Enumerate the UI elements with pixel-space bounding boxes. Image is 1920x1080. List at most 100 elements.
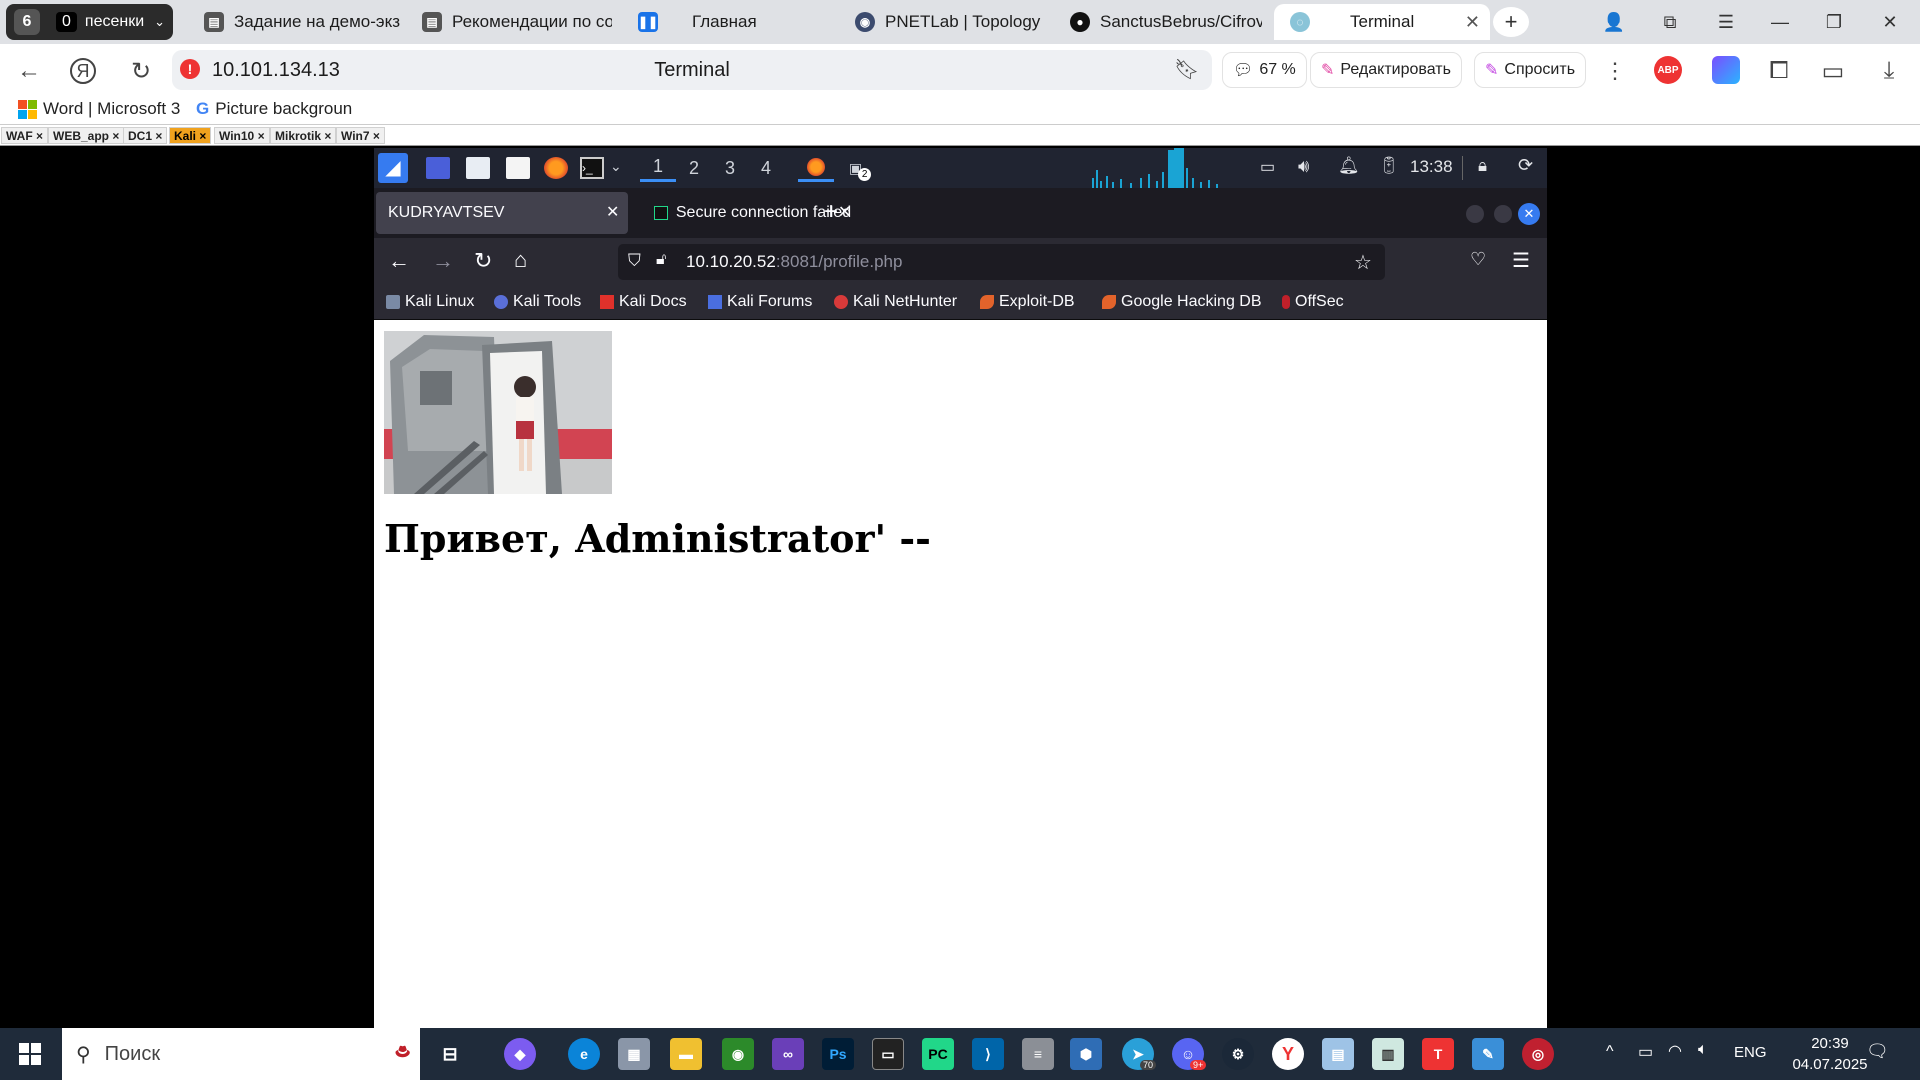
browser-tab-active[interactable]: ◌ Terminal ✕ <box>1274 4 1490 40</box>
workspace-3[interactable]: 3 <box>712 154 748 182</box>
desktop-icon[interactable] <box>426 157 450 179</box>
bookmark-kali-forums[interactable]: Kali Forums <box>708 293 812 311</box>
visual-studio-icon[interactable]: ∞ <box>772 1038 804 1070</box>
kali-menu-icon[interactable]: ◢ <box>378 153 408 183</box>
yandex-icon[interactable]: Я <box>70 58 96 84</box>
bookmark-picture-background[interactable]: G Picture backgroun <box>196 99 352 119</box>
console-icon[interactable]: ▭ <box>872 1038 904 1070</box>
alice-icon[interactable]: ◆ <box>504 1038 536 1070</box>
bookmark-kali-docs[interactable]: Kali Docs <box>600 293 687 311</box>
yandex-browser-icon[interactable]: Y <box>1272 1038 1304 1070</box>
close-icon[interactable]: × <box>155 129 162 143</box>
app-icon[interactable]: ▦ <box>618 1038 650 1070</box>
drawing-app-icon[interactable]: ✎ <box>1472 1038 1504 1070</box>
photoshop-icon[interactable]: Ps <box>822 1038 854 1070</box>
close-icon[interactable]: × <box>258 129 265 143</box>
minimize-icon[interactable]: — <box>1760 8 1800 36</box>
reload-icon[interactable]: ↻ <box>474 248 492 274</box>
terminal-window-button[interactable]: ▣ 2 <box>842 154 878 182</box>
node-tab-mikrotik[interactable]: Mikrotik × <box>270 127 337 144</box>
database-icon[interactable]: ≡ <box>1022 1038 1054 1070</box>
nvidia-icon[interactable]: ◉ <box>722 1038 754 1070</box>
bookmark-offsec[interactable]: OffSec <box>1282 293 1344 311</box>
bookmark-kali-tools[interactable]: Kali Tools <box>494 293 581 311</box>
notification-bell-icon[interactable]: 🔔︎ <box>1338 156 1360 176</box>
windows-start-icon[interactable] <box>14 1038 46 1070</box>
profile-icon[interactable]: 👤 <box>1594 8 1634 36</box>
reload-icon[interactable]: ↻ <box>126 56 156 86</box>
pocket-icon[interactable]: ♡ <box>1470 249 1486 270</box>
edge-icon[interactable]: e <box>568 1038 600 1070</box>
collections-icon[interactable]: ⧉ <box>1650 8 1690 36</box>
firefox-tab-active[interactable]: KUDRYAVTSEV ✕ <box>376 192 628 234</box>
file-explorer-icon[interactable]: ▬ <box>670 1038 702 1070</box>
forward-icon[interactable]: → <box>432 248 454 274</box>
node-tab-win10[interactable]: Win10 × <box>214 127 270 144</box>
browser-tab[interactable]: ◉ PNETLab | Topology <box>855 4 1055 40</box>
firefox-icon[interactable] <box>544 157 568 179</box>
kali-clock[interactable]: 13:38 <box>1410 157 1453 177</box>
browser-tab[interactable]: ● SanctusBebrus/Cifrov <box>1070 4 1262 40</box>
node-tab-dc1[interactable]: DC1 × <box>123 127 168 144</box>
adblock-icon[interactable]: ABP <box>1654 56 1682 84</box>
back-icon[interactable]: ← <box>14 56 44 86</box>
task-view-icon[interactable]: ⊟ <box>434 1038 466 1070</box>
close-icon[interactable]: × <box>112 129 119 143</box>
firefox-url-bar[interactable]: ⛉ 🔓︎ 10.10.20.52:8081/profile.php ☆ <box>618 244 1385 280</box>
file-manager-icon[interactable] <box>466 157 490 179</box>
lock-warning-icon[interactable]: 🔓︎ <box>656 251 666 269</box>
back-icon[interactable]: ← <box>388 248 410 274</box>
close-window-icon[interactable]: ✕ <box>1870 8 1910 36</box>
taskbar-search[interactable]: ⚲ Поиск 🎩︎ <box>62 1028 420 1080</box>
volume-icon[interactable]: 🔈︎ <box>1698 1041 1708 1059</box>
extensions-icon[interactable]: ⧠ <box>1764 56 1794 86</box>
battery-icon[interactable]: ▭ <box>1638 1042 1653 1062</box>
vm-screen[interactable]: ◢ ›_ ⌄ 1 2 3 4 ▣2 ▭ 🔊︎ 🔔︎ 🔋︎ 13:38 � <box>374 148 1547 1028</box>
star-icon[interactable]: ☆ <box>1354 250 1372 275</box>
node-tab-win7[interactable]: Win7 × <box>336 127 385 144</box>
logout-icon[interactable]: ⟳ <box>1518 155 1533 176</box>
menu-icon[interactable]: ☰ <box>1512 248 1530 273</box>
text-editor-icon[interactable] <box>506 157 530 179</box>
close-tab-icon[interactable]: ✕ <box>1465 12 1480 33</box>
browser-tab[interactable]: ▤ Рекомендации по со <box>422 4 612 40</box>
workspace-4[interactable]: 4 <box>748 154 784 182</box>
firefox-tab[interactable]: Secure connection failed a ✕ <box>642 192 854 234</box>
bookmark-google-hacking-db[interactable]: Google Hacking DB <box>1102 293 1262 311</box>
workspace-1[interactable]: 1 <box>640 154 676 182</box>
app-icon[interactable]: ▥ <box>1372 1038 1404 1070</box>
more-icon[interactable]: ⋮ <box>1600 56 1630 86</box>
shield-icon[interactable]: ⛉ <box>628 251 641 271</box>
tray-chevron-icon[interactable]: ^ <box>1606 1043 1614 1061</box>
notifications-icon[interactable]: 🗨︎ <box>1866 1041 1889 1062</box>
bookmark-icon[interactable]: 🔖︎ <box>1174 57 1199 82</box>
minimize-icon[interactable] <box>1466 205 1484 223</box>
media-app-icon[interactable]: ◎ <box>1522 1038 1554 1070</box>
close-icon[interactable]: × <box>199 129 206 143</box>
edit-button[interactable]: ✎ Редактировать <box>1310 52 1462 88</box>
address-bar[interactable]: ! 10.101.134.13 Terminal 🔖︎ <box>172 50 1212 90</box>
node-tab-kali[interactable]: Kali × <box>169 127 212 144</box>
volume-icon[interactable]: 🔊︎ <box>1298 156 1309 177</box>
browser-tab[interactable]: ▤ Задание на демо-экз <box>204 4 404 40</box>
firefox-window-button[interactable] <box>798 154 834 182</box>
extension-app-icon[interactable] <box>1712 56 1740 84</box>
workspace-2[interactable]: 2 <box>676 154 712 182</box>
zoom-button[interactable]: 💬︎ 67 % <box>1222 52 1307 88</box>
vscode-icon[interactable]: ⟩ <box>972 1038 1004 1070</box>
restore-icon[interactable]: ❐ <box>1814 8 1854 36</box>
bookmark-word[interactable]: Word | Microsoft 3 <box>18 99 180 119</box>
node-tab-web-app[interactable]: WEB_app × <box>48 127 125 144</box>
new-tab-button[interactable]: + <box>1493 7 1529 37</box>
power-manager-icon[interactable]: 🔋︎ <box>1378 156 1400 176</box>
language-indicator[interactable]: ENG <box>1734 1044 1767 1061</box>
download-icon[interactable]: ⤓ <box>1874 56 1904 86</box>
taskbar-clock[interactable]: 20:39 04.07.2025 <box>1790 1033 1870 1075</box>
close-icon[interactable]: × <box>36 129 43 143</box>
bookmark-kali-nethunter[interactable]: Kali NetHunter <box>834 293 957 311</box>
tab-group-chip[interactable]: 6 0 песенки ⌄ <box>6 4 174 40</box>
close-icon[interactable]: × <box>324 129 331 143</box>
menu-icon[interactable]: ☰ <box>1706 8 1746 36</box>
home-icon[interactable]: ⌂ <box>514 247 527 273</box>
lock-icon[interactable]: 🔒︎ <box>1478 156 1487 176</box>
